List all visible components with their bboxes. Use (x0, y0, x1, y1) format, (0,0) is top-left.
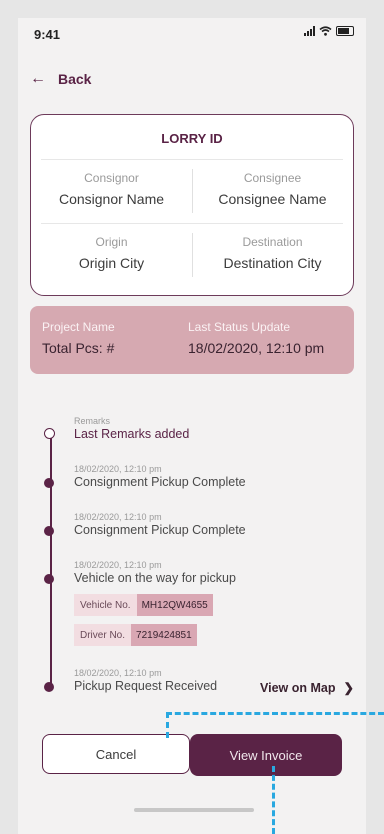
lorry-card: LORRY ID Consignor Consignor Name Consig… (30, 114, 354, 296)
timeline-meta: Remarks (74, 416, 111, 426)
annotation-dashed-line (272, 766, 275, 834)
project-name-label: Project Name (42, 320, 115, 334)
timeline-dot-open (44, 428, 55, 439)
cancel-button[interactable]: Cancel (42, 734, 190, 774)
destination-label: Destination (242, 235, 303, 249)
status-column: Last Status Update 18/02/2020, 12:10 pm (188, 320, 324, 356)
consignee-value: Consignee Name (218, 191, 327, 207)
back-label: Back (58, 71, 92, 87)
signal-icon (304, 26, 315, 36)
view-on-map-label: View on Map (260, 680, 336, 695)
timeline-dot (44, 574, 54, 584)
timeline-text: Vehicle on the way for pickup (74, 571, 236, 585)
timeline-text: Consignment Pickup Complete (74, 523, 246, 537)
vehicle-chip: Vehicle No. MH12QW4655 (74, 594, 213, 616)
driver-value: 7219424851 (131, 624, 197, 646)
last-status-label: Last Status Update (188, 320, 291, 334)
consignor-value: Consignor Name (58, 191, 165, 207)
destination-value: Destination City (223, 255, 322, 271)
project-column: Project Name Total Pcs: # (42, 320, 115, 356)
timeline-meta: 18/02/2020, 12:10 pm (74, 512, 162, 522)
divider (41, 223, 343, 224)
consignee-cell: Consignee Consignee Name (192, 171, 353, 207)
back-arrow-icon: ← (30, 70, 46, 87)
origin-label: Origin (95, 235, 128, 249)
status-time: 9:41 (34, 27, 61, 42)
consignee-label: Consignee (243, 171, 302, 185)
status-icons (304, 26, 354, 36)
timeline-dot (44, 682, 54, 692)
origin-cell: Origin Origin City (31, 235, 192, 271)
home-indicator (134, 808, 254, 812)
timeline-line (50, 436, 52, 690)
annotation-dashed-line (166, 712, 169, 738)
chevron-right-icon: ❯ (343, 681, 354, 695)
view-invoice-button[interactable]: View Invoice (190, 734, 342, 776)
wifi-icon (319, 26, 332, 36)
consignor-cell: Consignor Consignor Name (31, 171, 192, 207)
timeline-dot (44, 478, 54, 488)
timeline-text: Pickup Request Received (74, 679, 218, 693)
vehicle-value: MH12QW4655 (136, 594, 213, 616)
timeline-meta: 18/02/2020, 12:10 pm (74, 464, 162, 474)
timeline-meta: 18/02/2020, 12:10 pm (74, 668, 162, 678)
origin-value: Origin City (78, 255, 145, 271)
timeline-text: Last Remarks added (74, 427, 190, 441)
timeline-text: Consignment Pickup Complete (74, 475, 246, 489)
back-button[interactable]: ← Back (30, 70, 91, 88)
consignor-label: Consignor (84, 171, 139, 185)
driver-label: Driver No. (74, 624, 132, 646)
timeline-dot (44, 526, 54, 536)
last-status-value: 18/02/2020, 12:10 pm (188, 340, 325, 356)
project-card: Project Name Total Pcs: # Last Status Up… (30, 306, 354, 374)
destination-cell: Destination Destination City (192, 235, 353, 271)
divider (41, 159, 343, 160)
vehicle-label: Vehicle No. (74, 594, 137, 616)
view-on-map-link[interactable]: View on Map ❯ (260, 680, 354, 696)
annotation-dashed-line (166, 712, 384, 715)
lorry-id-title: LORRY ID (161, 131, 223, 146)
timeline-meta: 18/02/2020, 12:10 pm (74, 560, 162, 570)
driver-chip: Driver No. 7219424851 (74, 624, 197, 646)
battery-icon (336, 26, 354, 36)
total-pcs: Total Pcs: # (42, 340, 115, 356)
status-bar: 9:41 (18, 18, 366, 48)
